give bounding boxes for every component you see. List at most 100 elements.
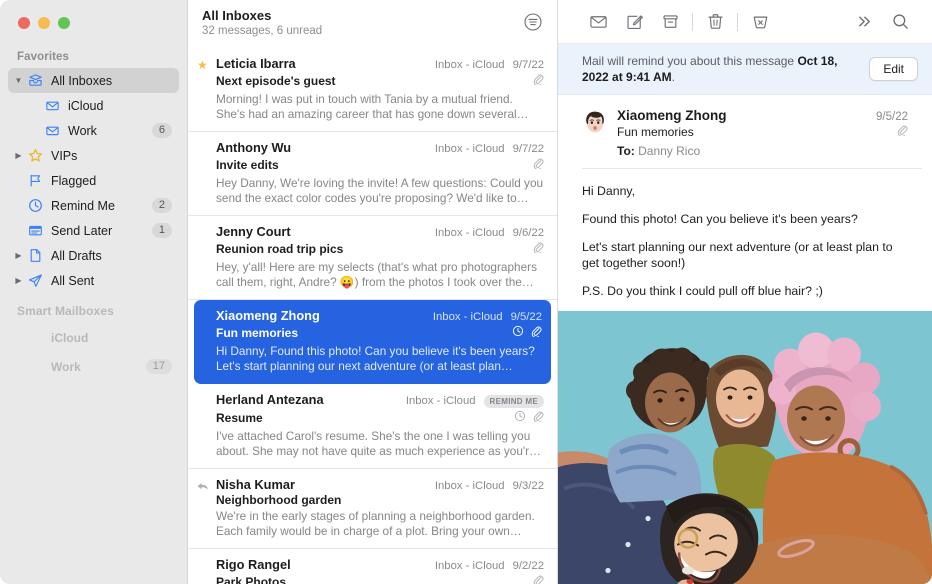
edit-reminder-button[interactable]: Edit xyxy=(869,57,918,81)
message-body-paragraph: P.S. Do you think I could pull off blue … xyxy=(582,283,910,299)
message-date: 9/3/22 xyxy=(513,480,544,492)
junk-icon[interactable] xyxy=(742,7,778,37)
reminder-text-after: . xyxy=(672,70,675,84)
more-icon[interactable] xyxy=(846,7,882,37)
sidebar-item-label: Remind Me xyxy=(51,199,152,213)
message-subject: Reunion road trip pics xyxy=(216,242,532,256)
unread-count-badge: 6 xyxy=(152,123,172,138)
message-mailbox: Inbox - iCloud xyxy=(433,311,503,323)
message-mailbox: Inbox - iCloud xyxy=(435,227,505,239)
send-later-icon xyxy=(25,223,46,238)
message-body-paragraph: Found this photo! Can you believe it's b… xyxy=(582,211,910,227)
message-list-pane: All Inboxes 32 messages, 6 unread ★Letic… xyxy=(188,0,558,584)
sidebar-item-work[interactable]: Work6 xyxy=(8,118,179,143)
sidebar-accounts-list: iCloud Work17 xyxy=(0,323,187,381)
chevron-right-icon[interactable]: ▶ xyxy=(12,276,25,285)
message-subject: Next episode's guest xyxy=(216,74,532,88)
sidebar-section-smart-mailboxes: Smart Mailboxes xyxy=(0,293,187,323)
sidebar-item-vips[interactable]: ▶VIPs xyxy=(8,143,179,168)
mail-window: Favorites ▼All InboxesiCloudWork6▶VIPsFl… xyxy=(0,0,932,584)
message-date: 9/5/22 xyxy=(876,111,908,123)
all-inboxes-icon xyxy=(25,73,46,88)
attachment-icon xyxy=(532,409,544,427)
attachment-photo[interactable] xyxy=(558,311,932,584)
message-date: 9/5/22 xyxy=(511,311,542,323)
reading-pane: Mail will remind you about this message … xyxy=(558,0,932,584)
zoom-button[interactable] xyxy=(58,17,70,29)
unread-count-badge: 1 xyxy=(152,223,172,238)
message-list-item[interactable]: Herland AntezanaInbox - iCloud REMIND ME R… xyxy=(188,384,557,469)
message-sender: Nisha Kumar xyxy=(216,477,435,492)
archive-icon[interactable] xyxy=(652,7,688,37)
to-value: Danny Rico xyxy=(638,144,700,158)
message-subject: Invite edits xyxy=(216,158,532,172)
sidebar-account-icloud[interactable]: iCloud xyxy=(8,323,179,352)
chevron-right-icon[interactable]: ▶ xyxy=(12,151,25,160)
filter-icon[interactable] xyxy=(522,11,543,32)
attachment-icon xyxy=(532,573,544,584)
message-subject: Neighborhood garden xyxy=(216,493,544,507)
message-mailbox: Inbox - iCloud xyxy=(406,395,476,407)
sidebar-favorites-list: ▼All InboxesiCloudWork6▶VIPsFlaggedRemin… xyxy=(0,68,187,293)
unread-count-badge: 17 xyxy=(146,359,172,374)
message-subject: Resume xyxy=(216,411,514,425)
message-header: Xiaomeng Zhong 9/5/22 Fun memories To: D… xyxy=(582,95,922,169)
message-list-item[interactable]: Jenny CourtInbox - iCloud9/6/22Reunion r… xyxy=(188,216,557,300)
sidebar-item-send-later[interactable]: Send Later1 xyxy=(8,218,179,243)
close-button[interactable] xyxy=(18,17,30,29)
sent-icon xyxy=(25,273,46,288)
message-date: 9/7/22 xyxy=(513,59,544,71)
message-list-scroll[interactable]: ★Leticia IbarraInbox - iCloud9/7/22Next … xyxy=(188,48,557,584)
sidebar-item-all-inboxes[interactable]: ▼All Inboxes xyxy=(8,68,179,93)
message-list-item[interactable]: Nisha KumarInbox - iCloud 9/3/22Neighborh… xyxy=(188,469,557,549)
message-sender: Leticia Ibarra xyxy=(216,56,435,71)
attachment-icon[interactable] xyxy=(896,123,908,141)
message-list-item[interactable]: ★ Leticia IbarraInbox - iCloud 9/7/22 Next … xyxy=(188,48,557,132)
replied-icon xyxy=(196,480,209,498)
sidebar-item-flagged[interactable]: Flagged xyxy=(8,168,179,193)
message-date: 9/7/22 xyxy=(513,143,544,155)
flag-star-icon[interactable]: ★ xyxy=(197,58,208,72)
remind-me-badge: REMIND ME xyxy=(484,395,544,408)
attachment-icon xyxy=(532,240,544,258)
chevron-down-icon[interactable]: ▼ xyxy=(12,76,25,85)
sidebar-item-label: Work xyxy=(68,124,152,138)
message-list-item[interactable]: Rigo RangelInbox - iCloud9/2/22Park Phot… xyxy=(188,549,557,584)
sidebar-item-all-sent[interactable]: ▶All Sent xyxy=(8,268,179,293)
sidebar-item-icloud[interactable]: iCloud xyxy=(8,93,179,118)
message-mailbox: Inbox - iCloud xyxy=(435,560,505,572)
message-list-title: All Inboxes xyxy=(202,7,322,24)
message-body-paragraph: Let's start planning our next adventure … xyxy=(582,239,910,271)
message-indicator-icons xyxy=(532,240,544,258)
message-mailbox: Inbox - iCloud xyxy=(435,59,505,71)
sidebar-item-all-drafts[interactable]: ▶ All Drafts xyxy=(8,243,179,268)
minimize-button[interactable] xyxy=(38,17,50,29)
trash-icon[interactable] xyxy=(697,7,733,37)
message-indicator-icons xyxy=(532,573,544,584)
mark-unread-icon[interactable] xyxy=(580,7,616,37)
message-preview: Morning! I was put in touch with Tania b… xyxy=(216,92,544,122)
attachment-icon xyxy=(532,156,544,174)
attachment-icon xyxy=(530,324,542,342)
sidebar-account-label: Work xyxy=(51,360,146,374)
sidebar-item-remind-me[interactable]: Remind Me2 xyxy=(8,193,179,218)
message-preview: I've attached Carol's resume. She's the … xyxy=(216,429,544,459)
message-date: 9/2/22 xyxy=(513,560,544,572)
reminder-clock-icon xyxy=(512,324,524,342)
message-preview: Hey, y'all! Here are my selects (that's … xyxy=(216,260,544,290)
reminder-text-before: Mail will remind you about this message xyxy=(582,54,797,68)
sidebar-account-label: iCloud xyxy=(51,331,179,345)
message-list-item[interactable]: Anthony WuInbox - iCloud9/7/22Invite edi… xyxy=(188,132,557,216)
message-list-item[interactable]: Xiaomeng ZhongInbox - iCloud9/5/22Fun me… xyxy=(194,300,551,384)
search-icon[interactable] xyxy=(882,7,918,37)
sidebar-item-label: All Drafts xyxy=(51,249,179,263)
sender-name: Xiaomeng Zhong xyxy=(617,108,876,123)
chevron-right-icon[interactable]: ▶ xyxy=(12,251,25,260)
message-mailbox: Inbox - iCloud xyxy=(435,480,505,492)
message-sender: Herland Antezana xyxy=(216,392,406,407)
message-body: Hi Danny,Found this photo! Can you belie… xyxy=(558,169,932,311)
message-mailbox: Inbox - iCloud xyxy=(435,143,505,155)
sidebar-account-work[interactable]: Work17 xyxy=(8,352,179,381)
compose-icon[interactable] xyxy=(616,7,652,37)
message-preview: Hi Danny, Found this photo! Can you beli… xyxy=(216,344,542,374)
